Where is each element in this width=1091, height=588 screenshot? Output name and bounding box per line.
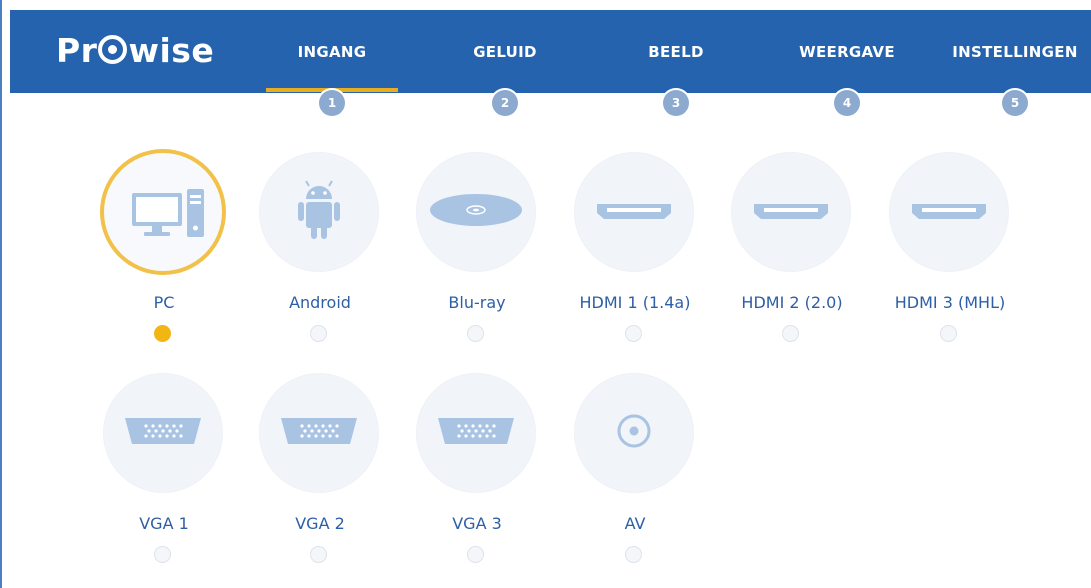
input-tile[interactable] bbox=[575, 153, 693, 271]
input-label: VGA 1 bbox=[139, 514, 189, 533]
input-tile[interactable] bbox=[104, 374, 222, 492]
tab-geluid[interactable]: GELUID 2 bbox=[440, 10, 570, 116]
logo-o-icon bbox=[98, 35, 128, 64]
hdmi-icon bbox=[912, 204, 986, 219]
step-number-badge: 1 bbox=[319, 90, 345, 116]
tab-beeld[interactable]: BEELD 3 bbox=[611, 10, 741, 116]
android-icon bbox=[298, 180, 340, 239]
prowise-logo: Pr wise bbox=[56, 31, 215, 70]
input-radio[interactable] bbox=[154, 325, 171, 342]
input-radio[interactable] bbox=[625, 546, 642, 563]
vga-icon bbox=[281, 418, 357, 444]
hdmi-icon bbox=[597, 204, 671, 219]
window-top-margin bbox=[0, 0, 1091, 10]
input-label: VGA 2 bbox=[295, 514, 345, 533]
step-number-badge: 4 bbox=[834, 90, 860, 116]
input-label: Blu-ray bbox=[448, 293, 506, 312]
vga-icon bbox=[438, 418, 514, 444]
tab-geluid-label: GELUID bbox=[473, 43, 537, 61]
input-tile[interactable] bbox=[417, 374, 535, 492]
window-left-border bbox=[0, 0, 2, 588]
input-tile[interactable] bbox=[732, 153, 850, 271]
input-radio[interactable] bbox=[940, 325, 957, 342]
input-label: Android bbox=[289, 293, 351, 312]
av-icon bbox=[617, 414, 651, 448]
input-tile[interactable] bbox=[890, 153, 1008, 271]
hdmi-icon bbox=[754, 204, 828, 219]
bluray-disc-icon bbox=[430, 194, 522, 226]
input-label: HDMI 2 (2.0) bbox=[741, 293, 843, 312]
tab-ingang[interactable]: INGANG 1 bbox=[266, 10, 398, 116]
input-label: HDMI 1 (1.4a) bbox=[579, 293, 691, 312]
tab-weergave[interactable]: WEERGAVE 4 bbox=[782, 10, 912, 116]
input-tile[interactable] bbox=[417, 153, 535, 271]
input-label: VGA 3 bbox=[452, 514, 502, 533]
input-label: AV bbox=[624, 514, 646, 533]
tab-instellingen[interactable]: INSTELLINGEN 5 bbox=[950, 10, 1080, 116]
step-number-badge: 3 bbox=[663, 90, 689, 116]
input-tile[interactable] bbox=[104, 153, 222, 271]
input-tile[interactable] bbox=[260, 153, 378, 271]
input-label: PC bbox=[153, 293, 175, 312]
input-radio[interactable] bbox=[625, 325, 642, 342]
input-radio[interactable] bbox=[467, 546, 484, 563]
input-tile[interactable] bbox=[575, 374, 693, 492]
pc-icon bbox=[132, 189, 204, 237]
tab-instellingen-label: INSTELLINGEN bbox=[952, 43, 1078, 61]
step-number-badge: 2 bbox=[492, 90, 518, 116]
input-label: HDMI 3 (MHL) bbox=[894, 293, 1006, 312]
input-radio[interactable] bbox=[310, 546, 327, 563]
input-radio[interactable] bbox=[154, 546, 171, 563]
vga-icon bbox=[125, 418, 201, 444]
input-radio[interactable] bbox=[310, 325, 327, 342]
tab-weergave-label: WEERGAVE bbox=[799, 43, 895, 61]
input-radio[interactable] bbox=[467, 325, 484, 342]
step-number-badge: 5 bbox=[1002, 90, 1028, 116]
input-radio[interactable] bbox=[782, 325, 799, 342]
input-tile[interactable] bbox=[260, 374, 378, 492]
tab-ingang-label: INGANG bbox=[297, 43, 367, 61]
tab-beeld-label: BEELD bbox=[648, 43, 704, 61]
